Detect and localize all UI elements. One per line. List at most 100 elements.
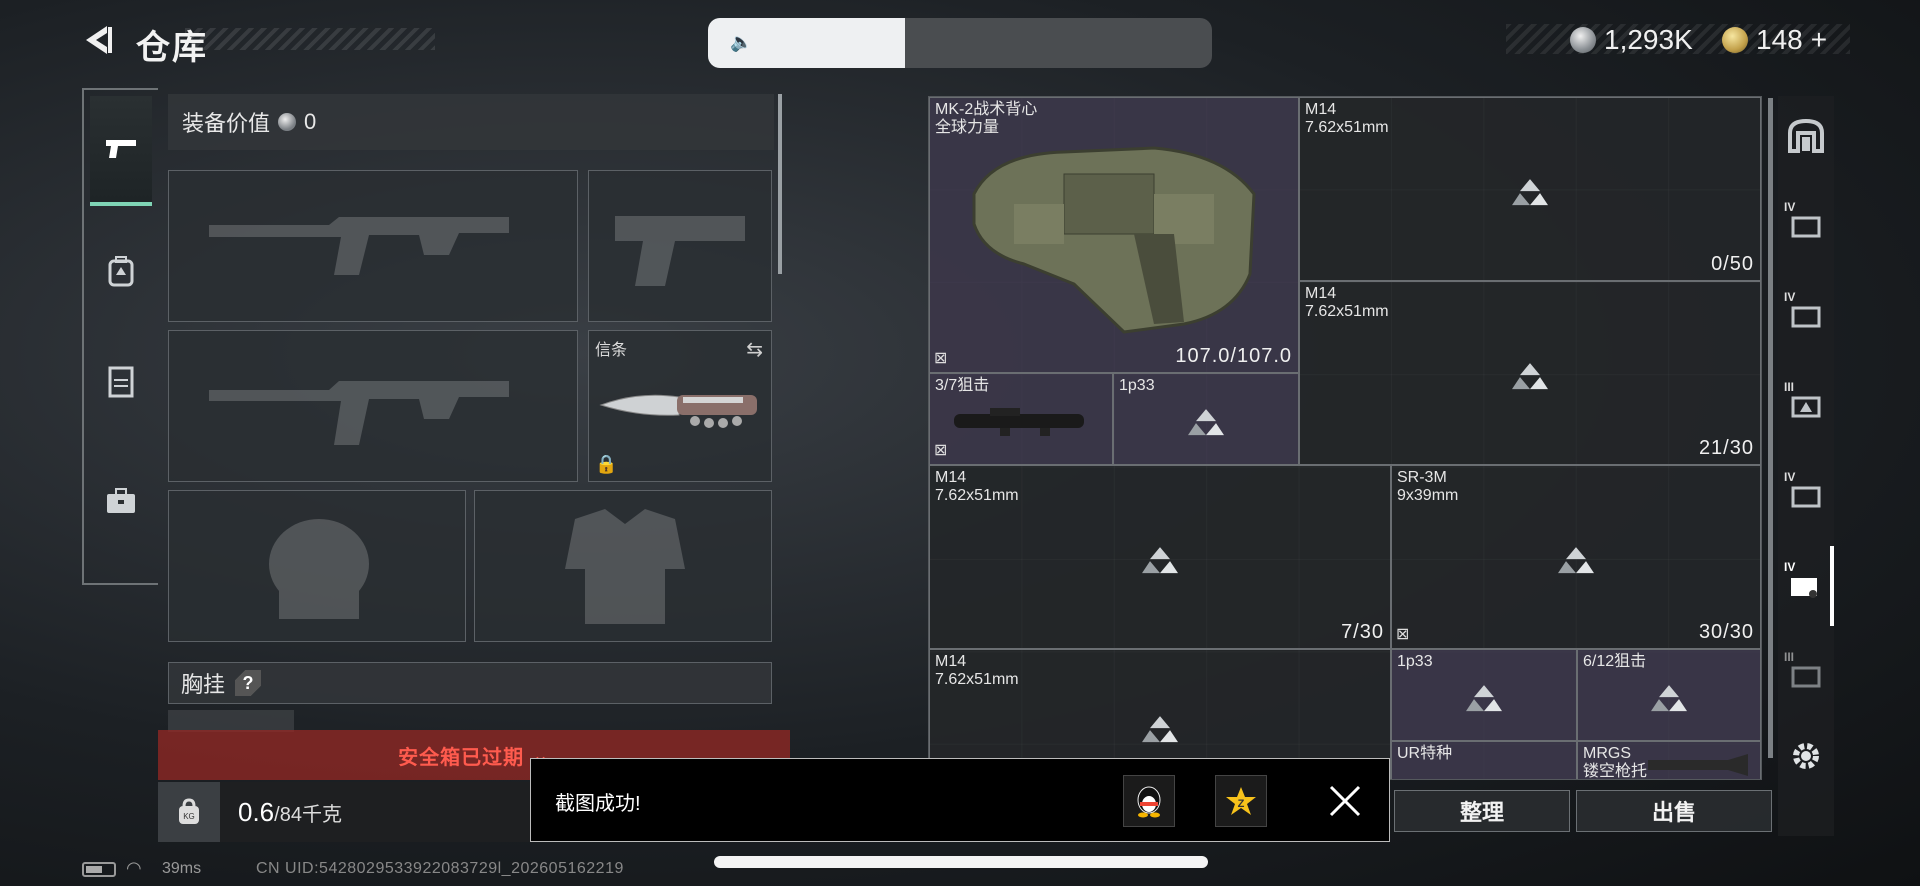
qq-penguin-icon xyxy=(1137,786,1161,818)
stash-item-scope[interactable]: 6/12狙击 xyxy=(1577,649,1761,741)
stash-item-stock[interactable]: MRGS 镂空枪托 xyxy=(1577,741,1761,780)
silver-currency: 1,293K xyxy=(1570,24,1693,56)
stash-page-icon xyxy=(1791,486,1821,508)
equipment-value-bar: 装备价值 0 xyxy=(168,94,774,150)
home-indicator[interactable] xyxy=(714,856,1208,868)
tab-stash-home[interactable] xyxy=(1778,96,1834,176)
equipment-value-amount: 0 xyxy=(304,109,317,134)
item-name: M14 7.62x51mm xyxy=(1305,285,1389,320)
knife-icon xyxy=(599,394,757,428)
tab-stash-page-3b[interactable]: III xyxy=(1778,636,1834,716)
backpack-icon xyxy=(108,256,134,287)
level-badge: III xyxy=(1784,650,1795,664)
primary-weapon-slot[interactable] xyxy=(168,170,578,322)
toast-close-button[interactable] xyxy=(1327,783,1363,819)
ammo-placeholder-icon xyxy=(1512,363,1548,396)
tab-backpack[interactable] xyxy=(90,216,152,326)
close-icon xyxy=(1329,785,1361,817)
silver-amount: 1,293K xyxy=(1604,24,1693,55)
secondary-weapon-slot[interactable] xyxy=(588,170,772,322)
stash-item-scope[interactable]: 1p33 xyxy=(1113,373,1299,465)
tab-stash-page-3a[interactable]: III xyxy=(1778,366,1834,446)
item-placeholder-icon xyxy=(1651,685,1687,718)
item-name: 3/7狙击 xyxy=(935,377,990,394)
scope-image xyxy=(954,408,1084,436)
no-insurance-icon: ⊠ xyxy=(1396,626,1410,643)
ammo-placeholder-icon xyxy=(1142,547,1178,580)
stash-page-icon xyxy=(1791,578,1817,598)
gold-coin-icon xyxy=(1722,27,1748,53)
item-name: M14 7.62x51mm xyxy=(935,469,1019,504)
gold-amount: 148 xyxy=(1756,24,1803,55)
item-name: MRGS 镂空枪托 xyxy=(1583,745,1648,780)
tab-stash-page-4c[interactable]: IV xyxy=(1778,456,1834,536)
back-button[interactable] xyxy=(78,18,118,62)
vest-icon xyxy=(108,366,134,398)
settings-button[interactable] xyxy=(1778,716,1834,796)
stash-page-icon xyxy=(1791,666,1821,688)
tab-vest[interactable] xyxy=(90,326,152,436)
left-category-tabs xyxy=(82,88,158,585)
pistol-icon xyxy=(106,140,136,158)
sell-button[interactable]: 出售 xyxy=(1576,790,1772,832)
page-title: 仓库 xyxy=(136,29,208,67)
item-placeholder-icon xyxy=(1188,409,1224,442)
chest-rig-section-header: 胸挂 ? xyxy=(168,662,772,704)
tab-case[interactable] xyxy=(90,446,152,556)
no-insurance-icon: ⊠ xyxy=(934,442,948,459)
gear-icon xyxy=(1793,743,1819,769)
ammo-placeholder-icon xyxy=(1558,547,1594,580)
item-name: UR特种 xyxy=(1397,745,1453,762)
gold-add-icon[interactable]: + xyxy=(1811,24,1827,56)
share-qzone-button[interactable]: Z xyxy=(1215,775,1267,827)
swap-icon[interactable]: ⇆ xyxy=(746,337,763,362)
volume-slider[interactable]: 🔈 xyxy=(708,18,1212,68)
item-name: 6/12狙击 xyxy=(1583,653,1647,670)
lock-icon: 🔒 xyxy=(595,454,618,474)
melee-slot[interactable]: 信条 ⇆ 🔒 xyxy=(588,330,772,482)
svg-text:Z: Z xyxy=(1238,798,1245,810)
equipment-scrollbar[interactable] xyxy=(778,94,782,274)
stash-item-ammo[interactable]: M14 7.62x51mm 0/50 xyxy=(1299,97,1761,281)
chest-rig-slot[interactable] xyxy=(168,710,294,732)
stash-item-scope[interactable]: 3/7狙击 ⊠ xyxy=(929,373,1113,465)
share-qq-button[interactable] xyxy=(1123,775,1175,827)
rifle-silhouette-icon xyxy=(209,381,509,445)
sort-button[interactable]: 整理 xyxy=(1394,790,1570,832)
stash-scrollbar[interactable] xyxy=(1768,98,1773,758)
safe-box-expired-text: 安全箱已过期 xyxy=(398,746,525,769)
title-stripe-decoration xyxy=(185,28,435,50)
item-name: SR-3M 9x39mm xyxy=(1397,469,1459,504)
armor-silhouette-icon xyxy=(565,509,685,624)
item-count: 30/30 xyxy=(1698,621,1754,643)
tab-stash-page-4b[interactable]: IV xyxy=(1778,276,1834,356)
stash-item-vest[interactable]: MK-2战术背心 全球力量 ⊠ 107.0/107.0 xyxy=(929,97,1299,373)
weight-icon-text: KG xyxy=(183,812,195,821)
qzone-star-icon: Z xyxy=(1226,787,1256,815)
stash-page-icon xyxy=(1791,306,1821,328)
primary-weapon-slot-2[interactable] xyxy=(168,330,578,482)
stash-item-scope[interactable]: 1p33 xyxy=(1391,649,1577,741)
level-badge: IV xyxy=(1784,470,1796,484)
no-insurance-icon: ⊠ xyxy=(934,350,948,367)
level-badge: IV xyxy=(1784,560,1796,574)
weight-current: 0.6 xyxy=(238,796,275,827)
stash-item-ammo[interactable]: SR-3M 9x39mm ⊠ 30/30 xyxy=(1391,465,1761,649)
chest-rig-label: 胸挂 xyxy=(181,672,226,697)
armor-slot[interactable] xyxy=(474,490,772,642)
silver-coin-icon xyxy=(278,113,297,131)
stash-grid[interactable]: MK-2战术背心 全球力量 ⊠ 107.0/107.0 M14 7.62x51m… xyxy=(928,96,1762,780)
back-arrow-icon xyxy=(86,26,112,54)
equipment-value-label: 装备价值 xyxy=(182,111,271,136)
item-count: 21/30 xyxy=(1698,437,1754,459)
stash-item-attachment[interactable]: UR特种 xyxy=(1391,741,1577,779)
stash-item-ammo[interactable]: M14 7.62x51mm 21/30 xyxy=(1299,281,1761,465)
tab-weapons[interactable] xyxy=(90,96,152,206)
tab-stash-page-4a[interactable]: IV xyxy=(1778,186,1834,266)
gold-currency[interactable]: 148 + xyxy=(1722,24,1827,56)
tab-stash-page-4d[interactable]: IV xyxy=(1778,546,1834,626)
ammo-placeholder-icon xyxy=(1142,716,1178,750)
help-icon[interactable]: ? xyxy=(235,670,262,696)
stash-item-ammo[interactable]: M14 7.62x51mm 7/30 xyxy=(929,465,1391,649)
helmet-slot[interactable] xyxy=(168,490,466,642)
